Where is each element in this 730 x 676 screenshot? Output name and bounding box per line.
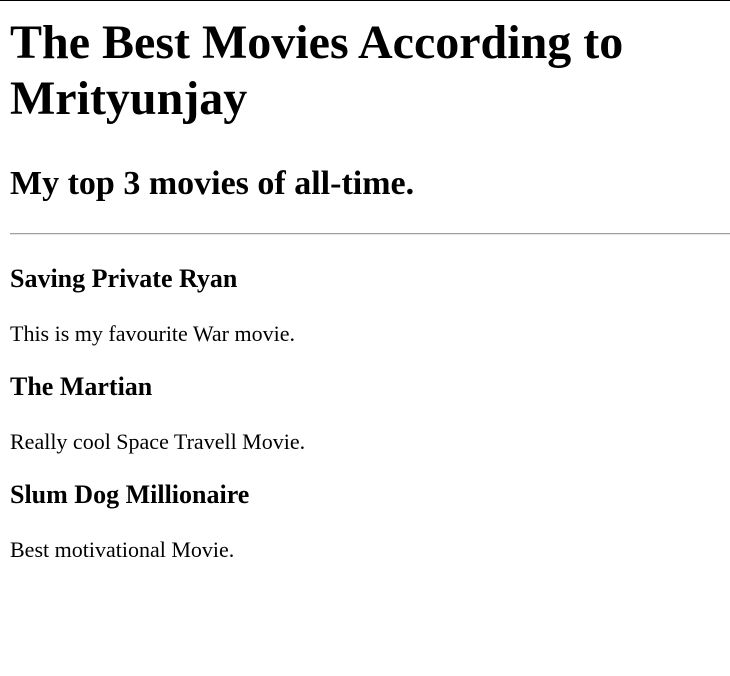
section-divider (10, 233, 730, 235)
movie-item: Slum Dog Millionaire Best motivational M… (10, 480, 730, 563)
page-content: The Best Movies According to Mrityunjay … (10, 0, 730, 563)
movie-item: Saving Private Ryan This is my favourite… (10, 264, 730, 347)
movie-description: Really cool Space Travell Movie. (10, 429, 306, 454)
movie-description: This is my favourite War movie. (10, 321, 295, 346)
page-subtitle: My top 3 movies of all-time. (10, 165, 415, 202)
movie-title: The Martian (10, 372, 153, 401)
movie-title: Saving Private Ryan (10, 264, 238, 293)
movie-description: Best motivational Movie. (10, 537, 235, 562)
movie-item: The Martian Really cool Space Travell Mo… (10, 372, 730, 455)
movie-title: Slum Dog Millionaire (10, 480, 250, 509)
page-title: The Best Movies According to Mrityunjay (10, 16, 624, 125)
